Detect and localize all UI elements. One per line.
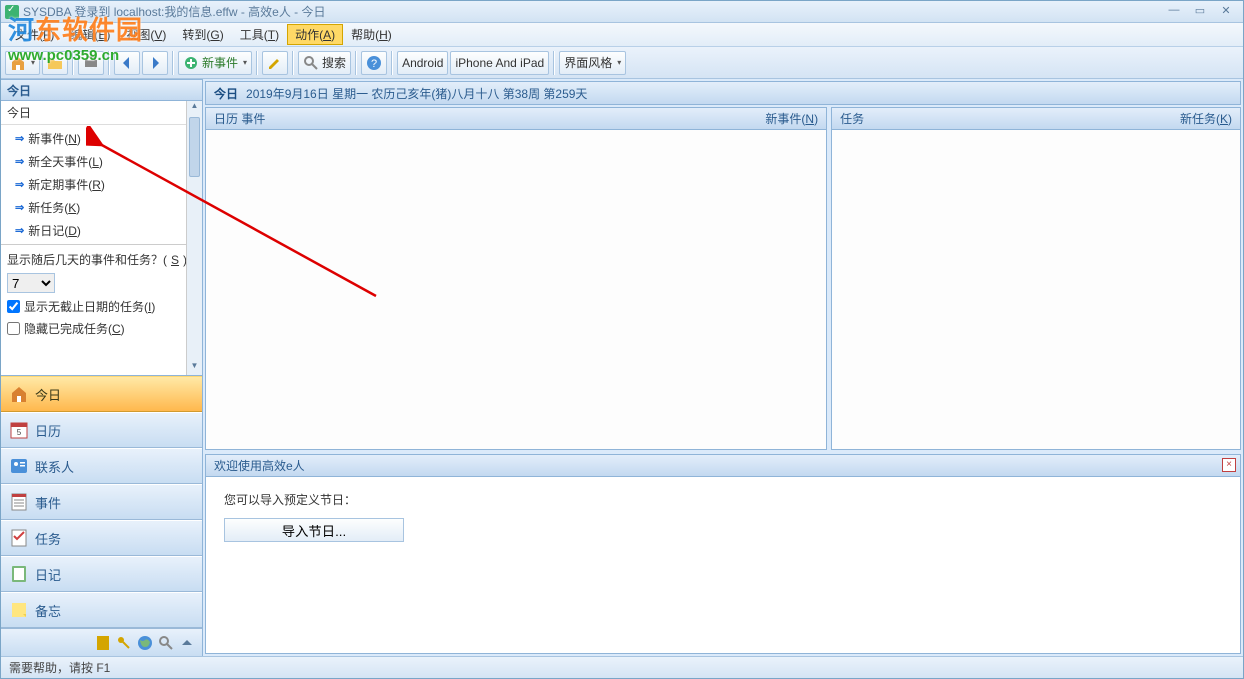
date-header: 今日 2019年9月16日 星期一 农历己亥年(猪)八月十八 第38周 第259… bbox=[205, 81, 1241, 105]
nav-tasks[interactable]: 任务 bbox=[1, 520, 202, 556]
welcome-text: 您可以导入预定义节日： bbox=[224, 491, 1222, 508]
arrow-icon: ⇒ bbox=[15, 132, 24, 145]
sidebar-bottom-toolbar bbox=[1, 628, 202, 656]
opt-hidedone-check[interactable] bbox=[7, 322, 20, 335]
task-panel: 任务 新任务(K) bbox=[831, 107, 1241, 450]
tb-prev-icon[interactable] bbox=[114, 51, 140, 75]
arrow-icon: ⇒ bbox=[15, 224, 24, 237]
style-button[interactable]: 界面风格 bbox=[559, 51, 626, 75]
welcome-panel: 欢迎使用高效e人 × 您可以导入预定义节日： 导入节日... bbox=[205, 454, 1241, 654]
sidebar-scrollbar[interactable]: ▲ ▼ bbox=[186, 101, 202, 375]
opt-nodate-check[interactable] bbox=[7, 300, 20, 313]
close-button[interactable]: ✕ bbox=[1213, 4, 1239, 20]
toolbar: 新事件 搜索 ? Android iPhone And iPad 界面风格 bbox=[1, 47, 1243, 79]
globe-icon[interactable] bbox=[136, 634, 154, 652]
action-list: ⇒新事件(N) ⇒新全天事件(L) ⇒新定期事件(R) ⇒新任务(K) ⇒新日记… bbox=[1, 125, 202, 244]
minimize-button[interactable]: — bbox=[1161, 4, 1187, 20]
import-holidays-button[interactable]: 导入节日... bbox=[224, 518, 404, 542]
status-text: 需要帮助，请按 F1 bbox=[9, 659, 110, 676]
calendar-panel: 日历 事件 新事件(N) bbox=[205, 107, 827, 450]
tb-print-icon[interactable] bbox=[78, 51, 104, 75]
sidebar: 今日 今日 ⇒新事件(N) ⇒新全天事件(L) ⇒新定期事件(R) ⇒新任务(K… bbox=[1, 79, 203, 656]
svg-text:5: 5 bbox=[17, 428, 22, 437]
new-event-button[interactable]: 新事件 bbox=[178, 51, 252, 75]
action-new-task[interactable]: ⇒新任务(K) bbox=[1, 196, 202, 219]
key-icon[interactable] bbox=[115, 634, 133, 652]
menu-action[interactable]: 动作(A) bbox=[287, 24, 343, 45]
arrow-icon: ⇒ bbox=[15, 201, 24, 214]
statusbar: 需要帮助，请按 F1 bbox=[1, 656, 1243, 678]
action-new-recurring[interactable]: ⇒新定期事件(R) bbox=[1, 173, 202, 196]
menu-edit[interactable]: 编辑(E) bbox=[62, 24, 118, 45]
arrow-icon: ⇒ bbox=[15, 155, 24, 168]
titlebar: SYSDBA 登录到 localhost:我的信息.effw - 高效e人 - … bbox=[1, 1, 1243, 23]
menu-goto[interactable]: 转到(G) bbox=[174, 24, 231, 45]
tb-home-icon[interactable] bbox=[5, 51, 40, 75]
nav-events[interactable]: 事件 bbox=[1, 484, 202, 520]
opt-days-label: 显示随后几天的事件和任务？(S) bbox=[7, 251, 196, 268]
nav-today[interactable]: 今日 bbox=[1, 376, 202, 412]
menubar: 文件(F) 编辑(E) 视图(V) 转到(G) 工具(T) 动作(A) 帮助(H… bbox=[1, 23, 1243, 47]
menu-help[interactable]: 帮助(H) bbox=[343, 24, 400, 45]
sidebar-header: 今日 bbox=[1, 79, 202, 101]
new-event-link[interactable]: 新事件(N) bbox=[765, 110, 818, 127]
tb-next-icon[interactable] bbox=[142, 51, 168, 75]
tb-folder-icon[interactable] bbox=[42, 51, 68, 75]
opt-days-select[interactable]: 7 bbox=[7, 273, 55, 293]
sidebar-subhead: 今日 bbox=[1, 101, 202, 125]
maximize-button[interactable]: ▭ bbox=[1187, 4, 1213, 20]
svg-text:?: ? bbox=[371, 58, 377, 70]
calendar-panel-title: 日历 事件 bbox=[214, 110, 265, 127]
expand-icon[interactable] bbox=[178, 634, 196, 652]
opt-nodate-label: 显示无截止日期的任务(I) bbox=[24, 298, 155, 315]
help-icon[interactable]: ? bbox=[361, 51, 387, 75]
opt-hidedone-label: 隐藏已完成任务(C) bbox=[24, 320, 125, 337]
action-new-event[interactable]: ⇒新事件(N) bbox=[1, 127, 202, 150]
new-task-link[interactable]: 新任务(K) bbox=[1180, 110, 1232, 127]
tb-edit-icon[interactable] bbox=[262, 51, 288, 75]
menu-file[interactable]: 文件(F) bbox=[7, 24, 62, 45]
nav-diary[interactable]: 日记 bbox=[1, 556, 202, 592]
ipad-button[interactable]: iPhone And iPad bbox=[450, 51, 549, 75]
nav-contacts[interactable]: 联系人 bbox=[1, 448, 202, 484]
nav-memo[interactable]: 备忘 bbox=[1, 592, 202, 628]
action-new-allday[interactable]: ⇒新全天事件(L) bbox=[1, 150, 202, 173]
paste-icon[interactable] bbox=[94, 634, 112, 652]
welcome-title: 欢迎使用高效e人 bbox=[214, 457, 305, 474]
find-icon[interactable] bbox=[157, 634, 175, 652]
menu-view[interactable]: 视图(V) bbox=[118, 24, 174, 45]
search-button[interactable]: 搜索 bbox=[298, 51, 351, 75]
close-icon[interactable]: × bbox=[1222, 458, 1236, 472]
android-button[interactable]: Android bbox=[397, 51, 448, 75]
task-panel-title: 任务 bbox=[840, 110, 864, 127]
app-icon bbox=[5, 5, 19, 19]
nav-calendar[interactable]: 5日历 bbox=[1, 412, 202, 448]
action-new-diary[interactable]: ⇒新日记(D) bbox=[1, 219, 202, 242]
menu-tools[interactable]: 工具(T) bbox=[232, 24, 287, 45]
window-title: SYSDBA 登录到 localhost:我的信息.effw - 高效e人 - … bbox=[23, 3, 326, 20]
arrow-icon: ⇒ bbox=[15, 178, 24, 191]
